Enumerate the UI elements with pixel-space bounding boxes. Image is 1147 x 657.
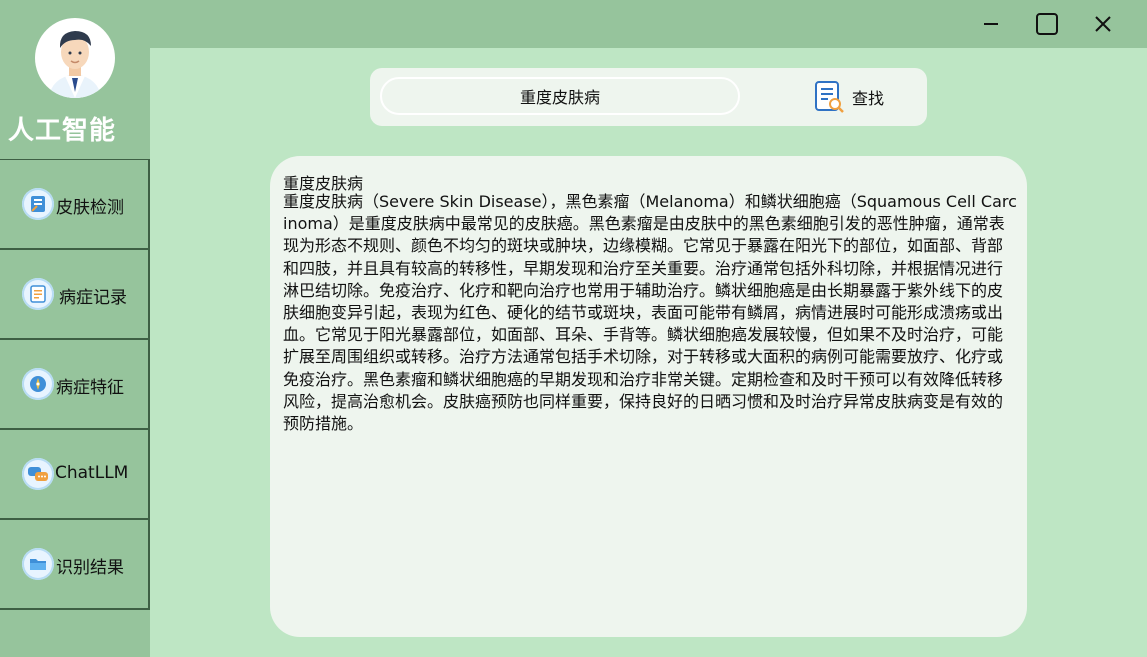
app-title: 人工智能 bbox=[8, 116, 117, 146]
search-panel: 查找 bbox=[370, 68, 927, 126]
sidebar-item-features[interactable]: 病症特征 bbox=[0, 340, 150, 430]
sidebar-item-label: 病症特征 bbox=[56, 378, 124, 398]
sidebar-nav: 皮肤检测 病症记录 病症特征 ChatLLM 识别结果 bbox=[0, 159, 150, 610]
sidebar-item-chatllm[interactable]: ChatLLM bbox=[0, 430, 150, 520]
search-button[interactable]: 查找 bbox=[814, 79, 884, 115]
sidebar-item-label: 识别结果 bbox=[56, 558, 124, 578]
sidebar: 人工智能 皮肤检测 病症记录 病症特征 ChatLLM 识别结果 bbox=[0, 0, 150, 657]
skin-detect-icon bbox=[22, 188, 54, 220]
search-input[interactable] bbox=[380, 77, 740, 115]
sidebar-item-label: 皮肤检测 bbox=[56, 198, 124, 218]
sidebar-item-label: 病症记录 bbox=[59, 288, 127, 308]
folder-icon bbox=[22, 548, 54, 580]
maximize-icon bbox=[1036, 13, 1058, 35]
close-button[interactable] bbox=[1086, 8, 1120, 40]
doctor-avatar-icon bbox=[49, 31, 101, 98]
avatar bbox=[35, 18, 115, 98]
document-search-icon bbox=[815, 81, 844, 113]
sidebar-item-results[interactable]: 识别结果 bbox=[0, 520, 150, 610]
result-text: 重度皮肤病（Severe Skin Disease），黑色素瘤（Melanoma… bbox=[283, 192, 1017, 434]
sidebar-item-label: ChatLLM bbox=[55, 463, 129, 483]
main-area: 查找 重度皮肤病 重度皮肤病（Severe Skin Disease），黑色素瘤… bbox=[150, 48, 1147, 657]
sidebar-item-records[interactable]: 病症记录 bbox=[0, 250, 150, 340]
minimize-button[interactable] bbox=[974, 8, 1008, 40]
minimize-icon bbox=[984, 23, 998, 25]
search-button-label: 查找 bbox=[852, 89, 885, 108]
title-bar bbox=[0, 0, 1147, 48]
records-icon bbox=[22, 278, 54, 310]
chat-icon bbox=[22, 458, 54, 490]
features-icon bbox=[22, 368, 54, 400]
maximize-button[interactable] bbox=[1030, 8, 1064, 40]
close-icon bbox=[1095, 16, 1111, 32]
result-panel: 重度皮肤病 重度皮肤病（Severe Skin Disease），黑色素瘤（Me… bbox=[270, 156, 1027, 637]
sidebar-item-skin-detect[interactable]: 皮肤检测 bbox=[0, 159, 150, 250]
